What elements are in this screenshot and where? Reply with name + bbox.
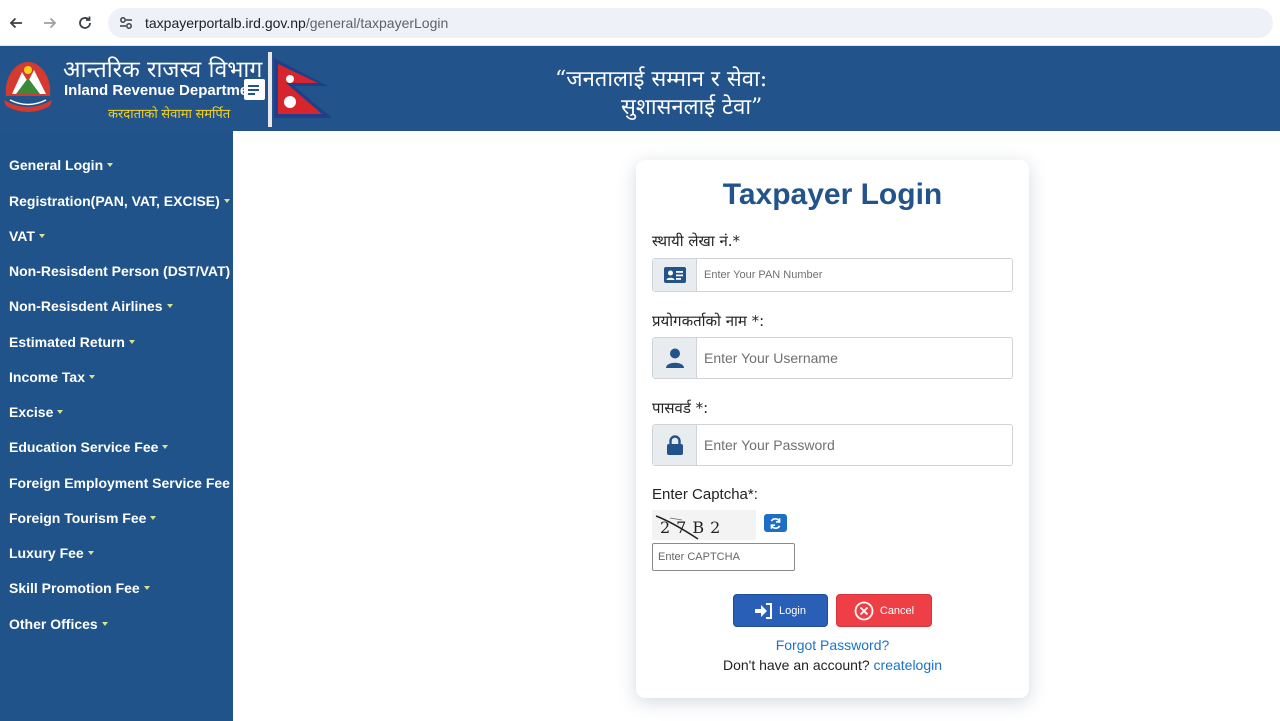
create-account-text: Don't have an account? createlogin (722, 657, 943, 673)
back-arrow-icon[interactable] (4, 11, 28, 35)
menu-toggle-icon[interactable] (244, 79, 265, 100)
sign-in-icon (755, 602, 773, 619)
close-circle-icon (854, 601, 874, 620)
captcha-text: 27B2 (660, 518, 726, 537)
sidebar-item-excise[interactable]: Excise (9, 404, 64, 420)
address-bar[interactable]: taxpayerportalb.ird.gov.np/general/taxpa… (108, 8, 1273, 38)
username-input-group (652, 337, 1013, 379)
pan-label: स्थायी लेखा नं.* (652, 232, 741, 250)
caret-down-icon (166, 304, 173, 309)
username-label: प्रयोगकर्ताको नाम *: (652, 312, 765, 330)
site-header: आन्तरिक राजस्व विभाग Inland Revenue Depa… (0, 46, 1280, 131)
caret-down-icon (87, 551, 94, 556)
caret-down-icon (223, 199, 230, 204)
nepal-flag-icon (268, 52, 332, 127)
pan-input[interactable] (698, 259, 1012, 291)
password-input[interactable] (698, 425, 1012, 465)
cancel-button[interactable]: Cancel (836, 594, 932, 627)
site-settings-icon[interactable] (118, 15, 134, 31)
captcha-image: 27B2 (652, 510, 756, 540)
org-tagline: करदाताको सेवामा समर्पित (108, 106, 231, 121)
captcha-label: Enter Captcha*: (652, 486, 758, 503)
caret-down-icon (150, 516, 157, 521)
refresh-icon (770, 517, 781, 529)
forward-arrow-icon[interactable] (38, 11, 62, 35)
sidebar-item-general-login[interactable]: General Login (9, 157, 114, 173)
sidebar-item-non-resident-person[interactable]: Non-Resisdent Person (DST/VAT) (9, 263, 241, 279)
username-input[interactable] (698, 338, 1012, 378)
caret-down-icon (89, 375, 95, 380)
reload-icon[interactable] (73, 11, 97, 35)
sidebar-item-education-service-fee[interactable]: Education Service Fee (9, 439, 169, 455)
caret-down-icon (128, 340, 135, 345)
forgot-password-link[interactable]: Forgot Password? (636, 637, 1029, 653)
sidebar-item-registration[interactable]: Registration(PAN, VAT, EXCISE) (9, 193, 230, 209)
login-button[interactable]: Login (733, 594, 828, 627)
captcha-input[interactable] (652, 543, 795, 571)
org-name-nepali: आन्तरिक राजस्व विभाग (63, 57, 263, 83)
browser-toolbar: taxpayerportalb.ird.gov.np/general/taxpa… (0, 0, 1280, 46)
sidebar-item-other-offices[interactable]: Other Offices (9, 616, 108, 632)
sidebar-nav: General Login Registration(PAN, VAT, EXC… (0, 131, 241, 721)
password-input-group (652, 424, 1013, 466)
pan-input-group (652, 258, 1013, 292)
sidebar-item-vat[interactable]: VAT (9, 228, 45, 244)
caret-down-icon (162, 445, 169, 450)
id-card-icon (653, 259, 697, 291)
lock-icon (653, 425, 697, 465)
slogan-line-1: “जनतालाई सम्मान र सेवा: (555, 67, 768, 92)
caret-down-icon (38, 234, 45, 239)
sidebar-item-income-tax[interactable]: Income Tax (9, 369, 95, 385)
org-name-english: Inland Revenue Department (64, 82, 263, 99)
sidebar-item-skill-promotion-fee[interactable]: Skill Promotion Fee (9, 580, 150, 596)
captcha-refresh-button[interactable] (764, 514, 787, 532)
user-icon (653, 338, 697, 378)
caret-down-icon (107, 163, 114, 168)
url-text: taxpayerportalb.ird.gov.np/general/taxpa… (145, 15, 449, 31)
sidebar-item-estimated-return[interactable]: Estimated Return (9, 334, 135, 350)
password-label: पासवर्ड *: (652, 399, 709, 417)
nepal-emblem-icon (4, 62, 52, 112)
create-login-link[interactable]: createlogin (874, 657, 943, 673)
caret-down-icon (57, 410, 64, 415)
caret-down-icon (143, 586, 150, 591)
sidebar-item-foreign-employment-fee[interactable]: Foreign Employment Service Fee (9, 475, 240, 491)
slogan-line-2: सुशासनलाई टेवा” (621, 95, 763, 120)
sidebar-item-luxury-fee[interactable]: Luxury Fee (9, 545, 94, 561)
caret-down-icon (101, 622, 108, 627)
page-title: Taxpayer Login (722, 178, 943, 211)
sidebar-item-non-resident-airlines[interactable]: Non-Resisdent Airlines (9, 298, 173, 314)
sidebar-item-foreign-tourism-fee[interactable]: Foreign Tourism Fee (9, 510, 157, 526)
login-card: Taxpayer Login स्थायी लेखा नं.* प्रयोगकर… (636, 160, 1029, 698)
